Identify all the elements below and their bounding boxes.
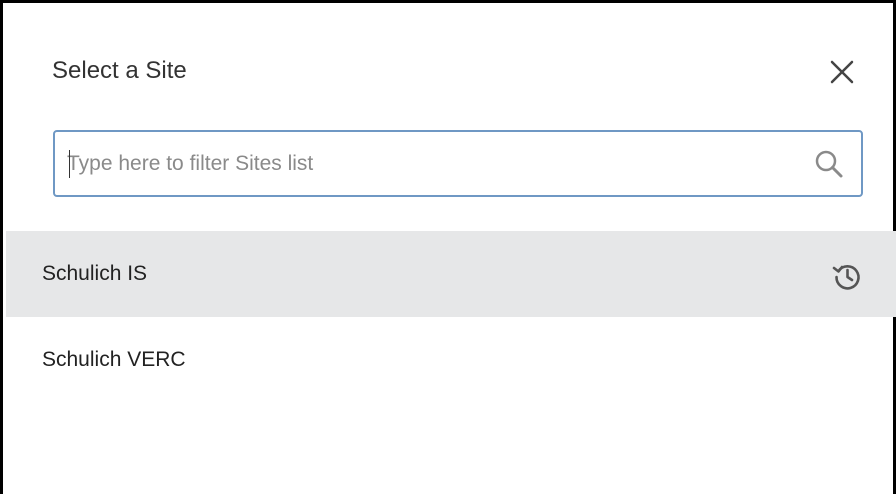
history-icon: [832, 265, 860, 290]
search-input[interactable]: [67, 132, 787, 195]
search-field[interactable]: [53, 130, 863, 197]
close-button[interactable]: [823, 53, 861, 91]
close-icon: [830, 60, 854, 84]
site-label: Schulich IS: [42, 262, 148, 285]
list-item[interactable]: Schulich IS: [6, 231, 896, 317]
site-label: Schulich VERC: [42, 348, 186, 371]
list-item[interactable]: Schulich VERC: [6, 317, 896, 403]
site-list: Schulich IS Schulich VERC: [6, 231, 896, 403]
search-icon[interactable]: [813, 148, 845, 180]
select-site-dialog: Select a Site Schulich IS Schulich VERC: [0, 0, 896, 494]
text-caret: [69, 150, 70, 178]
dialog-title: Select a Site: [52, 57, 187, 84]
